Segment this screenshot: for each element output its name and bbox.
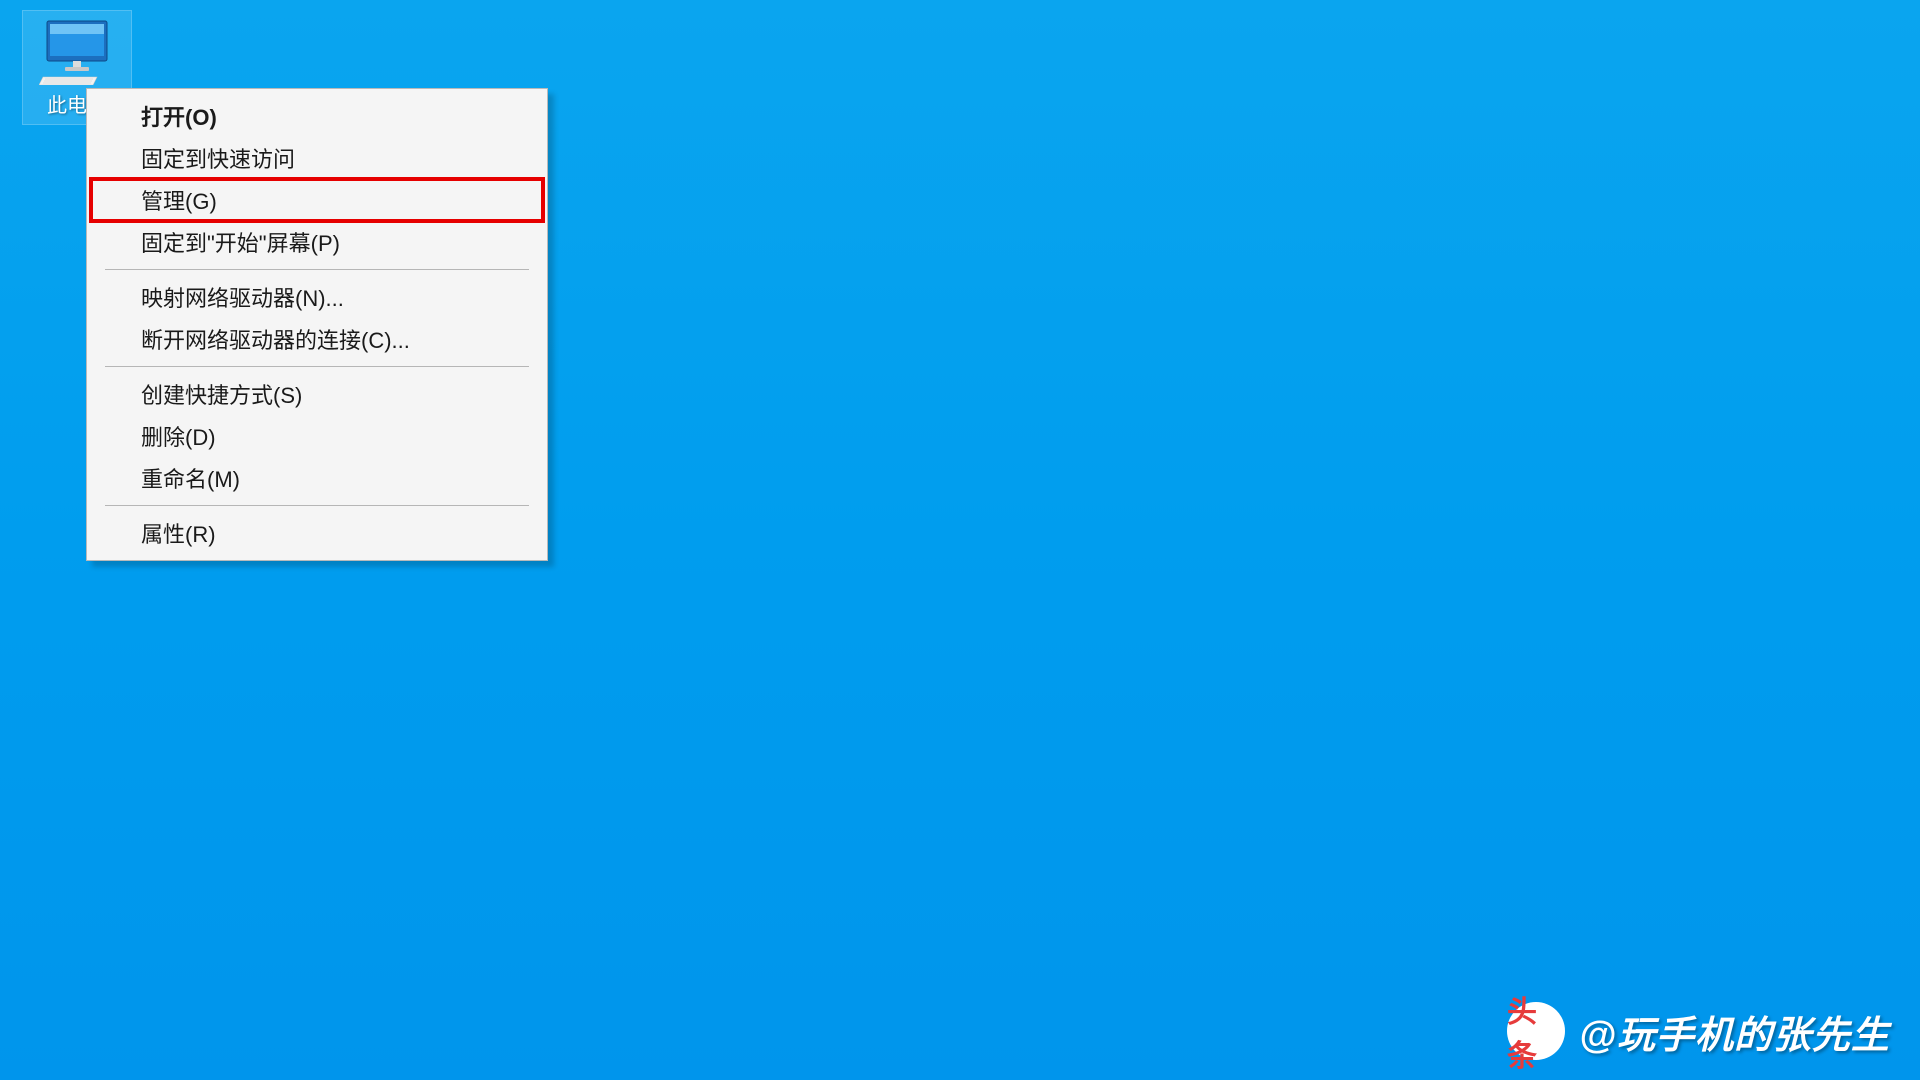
menu-item-label: 固定到"开始"屏幕(P) (141, 226, 340, 258)
menu-item-label: 断开网络驱动器的连接(C)... (141, 323, 410, 355)
computer-icon (39, 17, 115, 85)
menu-item-open[interactable]: 打开(O) (91, 95, 543, 137)
watermark: 头条 @玩手机的张先生 (1507, 1002, 1890, 1060)
menu-separator (105, 366, 529, 367)
menu-item-label: 管理(G) (141, 184, 217, 216)
menu-item-pin-start[interactable]: 固定到"开始"屏幕(P) (91, 221, 543, 263)
menu-item-label: 打开(O) (141, 100, 217, 132)
menu-item-label: 创建快捷方式(S) (141, 378, 302, 410)
menu-separator (105, 505, 529, 506)
this-pc-context-menu: 打开(O) 固定到快速访问 管理(G) 固定到"开始"屏幕(P) 映射网络驱动器… (86, 88, 548, 561)
menu-item-create-shortcut[interactable]: 创建快捷方式(S) (91, 373, 543, 415)
menu-item-label: 固定到快速访问 (141, 142, 295, 174)
menu-item-rename[interactable]: 重命名(M) (91, 457, 543, 499)
toutiao-logo-icon: 头条 (1507, 1002, 1565, 1060)
menu-separator (105, 269, 529, 270)
menu-item-label: 属性(R) (141, 517, 216, 549)
menu-item-label: 删除(D) (141, 420, 216, 452)
menu-item-disconnect-network-drive[interactable]: 断开网络驱动器的连接(C)... (91, 318, 543, 360)
menu-item-label: 映射网络驱动器(N)... (141, 281, 344, 313)
watermark-author: @玩手机的张先生 (1579, 1004, 1890, 1059)
menu-item-delete[interactable]: 删除(D) (91, 415, 543, 457)
menu-item-manage[interactable]: 管理(G) (91, 179, 543, 221)
menu-item-map-network-drive[interactable]: 映射网络驱动器(N)... (91, 276, 543, 318)
menu-item-pin-quick-access[interactable]: 固定到快速访问 (91, 137, 543, 179)
watermark-logo-text: 头条 (1507, 987, 1565, 1075)
menu-item-label: 重命名(M) (141, 462, 240, 494)
menu-item-properties[interactable]: 属性(R) (91, 512, 543, 554)
